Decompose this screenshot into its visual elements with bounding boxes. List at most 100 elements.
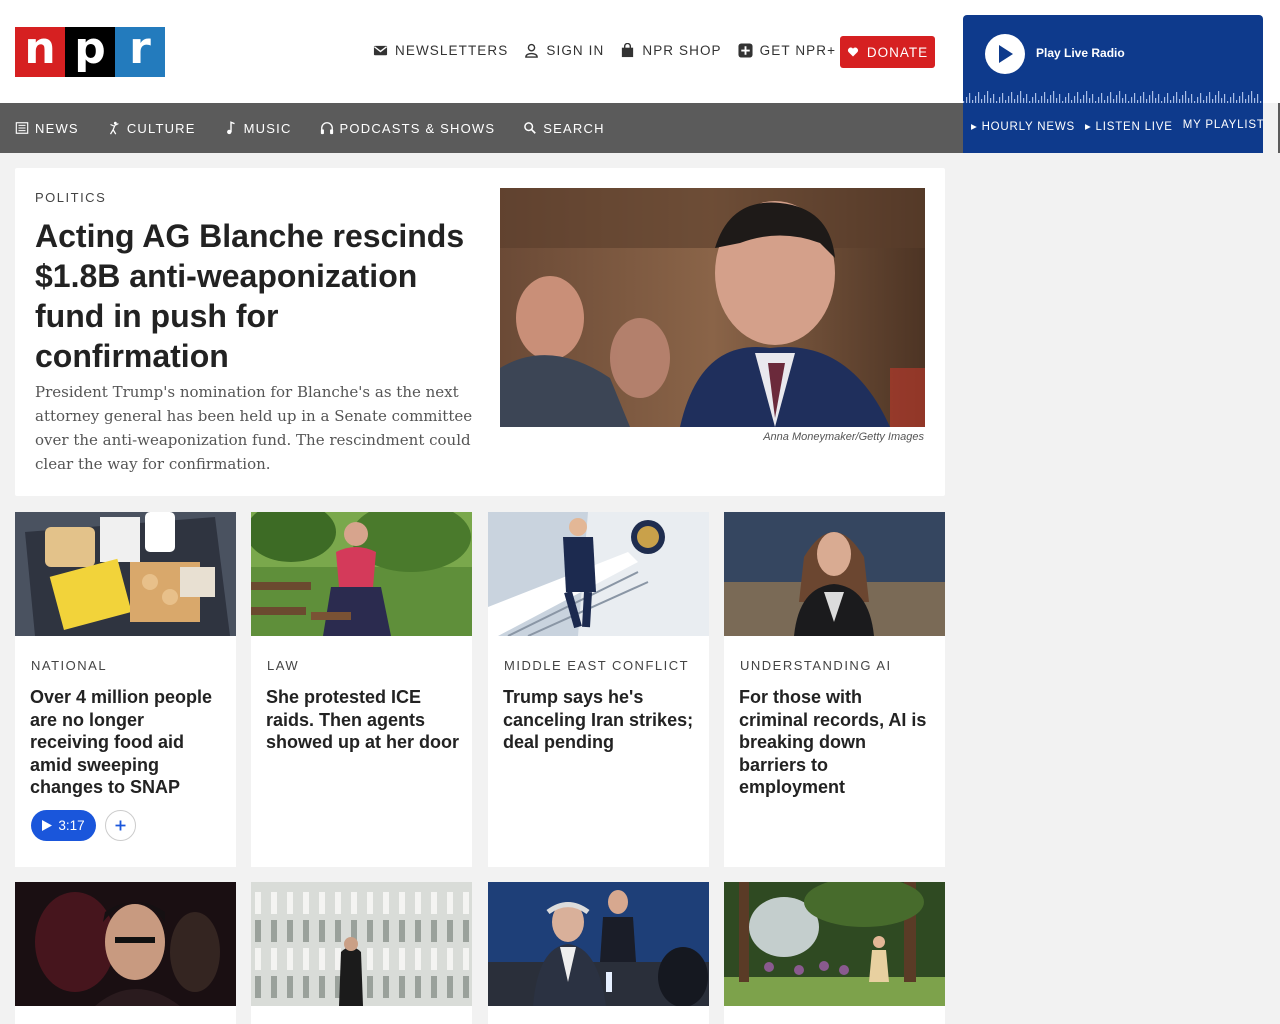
add-to-playlist-button[interactable] bbox=[105, 810, 136, 841]
waveform-bar bbox=[978, 92, 980, 103]
live-radio-player: Play Live Radio ▸ HOURLY NEWS ▸ LISTEN L… bbox=[963, 15, 1265, 153]
waveform-bar bbox=[966, 97, 968, 103]
machinery-column bbox=[271, 948, 277, 970]
waveform-bar bbox=[1014, 99, 1016, 103]
sign-in-link[interactable]: SIGN IN bbox=[524, 43, 604, 58]
waveform-bar bbox=[1245, 99, 1247, 103]
story-photo-graphic bbox=[251, 512, 472, 636]
lead-headline[interactable]: Acting AG Blanche rescinds $1.8B anti-we… bbox=[35, 216, 475, 376]
story-photo[interactable] bbox=[251, 512, 472, 636]
machinery-column bbox=[303, 948, 309, 970]
machinery-column bbox=[447, 976, 453, 998]
waveform-bar bbox=[1005, 100, 1007, 103]
story-photo-graphic bbox=[15, 882, 236, 1006]
waveform-bar bbox=[1080, 99, 1082, 103]
shopping-bag-icon bbox=[622, 43, 634, 58]
hourly-news-link[interactable]: ▸ HOURLY NEWS bbox=[971, 119, 1075, 133]
machinery-column bbox=[335, 948, 341, 970]
get-npr-plus-link[interactable]: GET NPR+ bbox=[738, 43, 836, 58]
story-photo[interactable] bbox=[724, 882, 945, 1006]
waveform-bar bbox=[1059, 94, 1061, 103]
card-headline[interactable]: She protested ICE raids. Then agents sho… bbox=[266, 686, 461, 754]
waveform-bar bbox=[1167, 93, 1169, 103]
npr-shop-link[interactable]: NPR SHOP bbox=[620, 43, 721, 58]
headphones-icon bbox=[320, 122, 333, 135]
nav-label: MUSIC bbox=[243, 120, 292, 136]
waveform-bar bbox=[1029, 101, 1031, 103]
machinery-column bbox=[367, 976, 373, 998]
newspaper-icon bbox=[15, 122, 29, 134]
audio-play-button[interactable]: 3:17 bbox=[31, 810, 96, 841]
nav-item-news[interactable]: NEWS bbox=[15, 121, 79, 136]
card-slug[interactable]: NATIONAL bbox=[31, 658, 107, 673]
waveform-bar bbox=[1065, 97, 1067, 103]
nav-item-podcasts-shows[interactable]: PODCASTS & SHOWS bbox=[320, 121, 496, 136]
envelope-icon bbox=[373, 45, 388, 56]
machinery-column bbox=[319, 892, 325, 914]
waveform-bar bbox=[1089, 98, 1091, 103]
sign-in-label: SIGN IN bbox=[546, 43, 605, 58]
waveform-bar bbox=[1071, 100, 1073, 103]
card-slug[interactable]: LAW bbox=[267, 658, 299, 673]
waveform-bar bbox=[1179, 99, 1181, 103]
waveform-bar bbox=[1158, 94, 1160, 103]
waveform-bar bbox=[1257, 94, 1259, 103]
waveform-bar bbox=[987, 91, 989, 103]
story-card: NATIONAL Over 4 million people are no lo… bbox=[15, 512, 236, 867]
machinery-column bbox=[271, 920, 277, 942]
card-headline[interactable]: Over 4 million people are no longer rece… bbox=[30, 686, 225, 799]
card-slug[interactable]: UNDERSTANDING AI bbox=[740, 658, 892, 673]
waveform-bar bbox=[1254, 98, 1256, 103]
story-photo[interactable] bbox=[251, 882, 472, 1006]
machinery-column bbox=[431, 920, 437, 942]
donate-button[interactable]: DONATE bbox=[840, 36, 935, 68]
waveform-bar bbox=[1026, 94, 1028, 103]
machinery-column bbox=[255, 892, 261, 914]
story-photo[interactable] bbox=[15, 882, 236, 1006]
story-photo[interactable] bbox=[488, 882, 709, 1006]
story-photo-graphic bbox=[724, 512, 945, 636]
main-nav: NEWS CULTURE MUSIC PODCASTS & SHOWS SEAR… bbox=[0, 103, 963, 153]
play-live-radio-button[interactable] bbox=[985, 34, 1025, 74]
waveform-bar bbox=[1176, 92, 1178, 103]
waveform-bar bbox=[1092, 94, 1094, 103]
waveform-bar bbox=[1074, 96, 1076, 103]
nav-item-search[interactable]: SEARCH bbox=[523, 121, 604, 136]
waveform-bar bbox=[1143, 92, 1145, 103]
machinery-column bbox=[287, 920, 293, 942]
card-headline[interactable]: Trump says he's canceling Iran strikes; … bbox=[503, 686, 698, 754]
waveform-bar bbox=[1038, 100, 1040, 103]
waveform-bar bbox=[1203, 100, 1205, 103]
machinery-column bbox=[351, 892, 357, 914]
waveform-bar bbox=[1017, 95, 1019, 103]
nav-item-music[interactable]: MUSIC bbox=[224, 121, 292, 136]
waveform-bar bbox=[1122, 98, 1124, 103]
lead-slug[interactable]: POLITICS bbox=[35, 190, 106, 205]
machinery-column bbox=[431, 976, 437, 998]
machinery-column bbox=[463, 920, 469, 942]
waveform-bar bbox=[1248, 95, 1250, 103]
story-photo[interactable] bbox=[15, 512, 236, 636]
machinery-column bbox=[399, 892, 405, 914]
card-slug[interactable]: MIDDLE EAST CONFLICT bbox=[504, 658, 689, 673]
lead-photo[interactable] bbox=[500, 188, 925, 427]
story-photo[interactable] bbox=[488, 512, 709, 636]
waveform-bar bbox=[996, 101, 998, 103]
heart-icon bbox=[847, 47, 858, 57]
waveform-bar bbox=[1191, 94, 1193, 103]
play-icon bbox=[999, 45, 1013, 63]
waveform-bar bbox=[975, 96, 977, 103]
newsletters-link[interactable]: NEWSLETTERS bbox=[373, 43, 508, 58]
my-playlist-link[interactable]: MY PLAYLIST bbox=[1183, 119, 1265, 133]
npr-logo[interactable]: n p r bbox=[15, 27, 165, 77]
waveform-bar bbox=[1182, 95, 1184, 103]
machinery-column bbox=[431, 892, 437, 914]
waveform-bar bbox=[1020, 91, 1022, 103]
waveform-bar bbox=[1044, 92, 1046, 103]
story-photo-graphic bbox=[488, 512, 709, 636]
story-photo[interactable] bbox=[724, 512, 945, 636]
listen-live-link[interactable]: ▸ LISTEN LIVE bbox=[1085, 119, 1173, 133]
card-headline[interactable]: For those with criminal records, AI is b… bbox=[739, 686, 934, 799]
machinery-column bbox=[415, 920, 421, 942]
nav-item-culture[interactable]: CULTURE bbox=[107, 121, 196, 136]
